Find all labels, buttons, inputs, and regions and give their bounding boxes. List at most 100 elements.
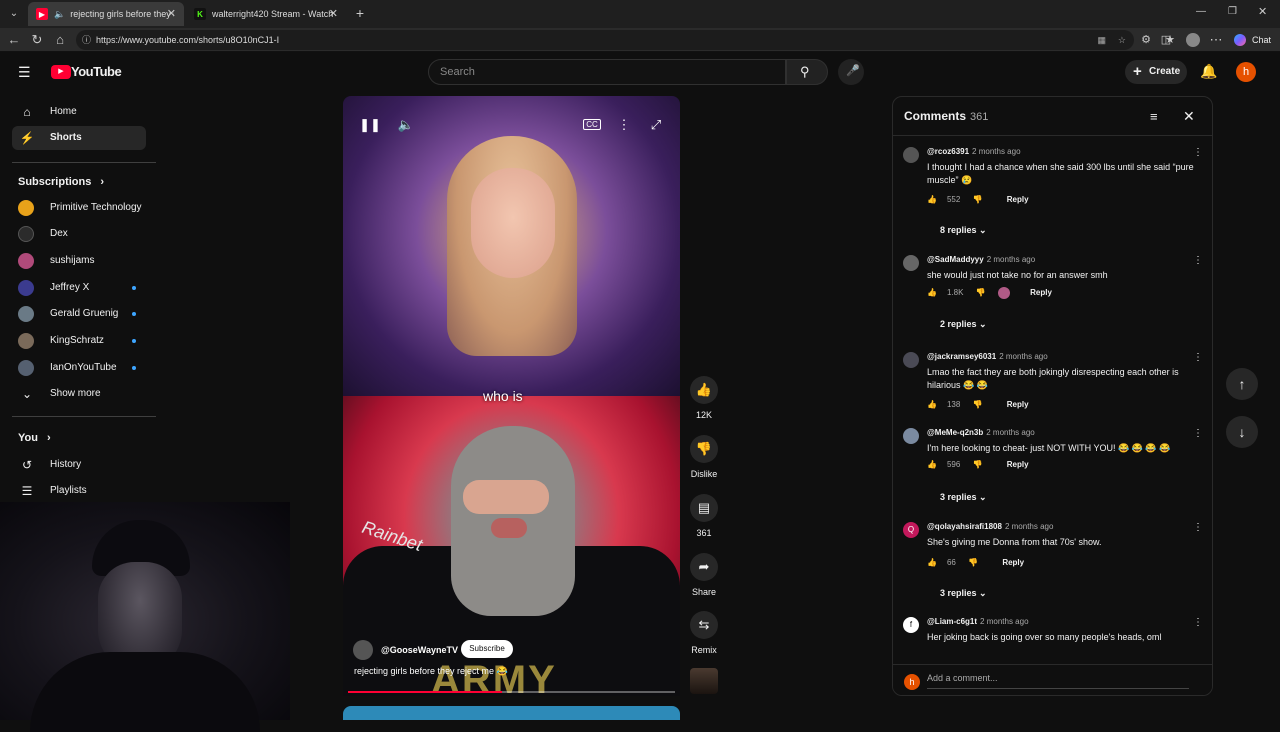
sidebar-item-shorts[interactable]: ⚡ Shorts	[12, 126, 146, 150]
more-menu-icon[interactable]: ⋯	[1208, 32, 1224, 48]
sidebar-item-home[interactable]: ⌂ Home	[12, 100, 146, 124]
you-heading[interactable]: You ›	[18, 432, 51, 444]
closed-captions-icon[interactable]: CC	[581, 114, 603, 136]
voice-search-button[interactable]: 🎤	[838, 59, 864, 85]
like-icon[interactable]: 👍	[927, 288, 937, 297]
dislike-icon[interactable]: 👎	[973, 400, 983, 409]
fullscreen-icon[interactable]: ⤢	[645, 114, 667, 136]
copilot-chat-button[interactable]: Chat	[1232, 31, 1276, 49]
new-tab-icon[interactable]: +	[352, 5, 368, 21]
tab-inactive[interactable]: K walterright420 Stream - Watch Liv ✕	[186, 2, 346, 26]
subscriptions-heading[interactable]: Subscriptions ›	[18, 176, 104, 188]
dislike-icon[interactable]: 👎	[968, 558, 978, 567]
commenter-avatar[interactable]	[903, 147, 919, 163]
sidebar-item-channel[interactable]: KingSchratz	[12, 329, 146, 353]
sidebar-item-channel[interactable]: Jeffrey X	[12, 276, 146, 300]
site-info-icon[interactable]: ⓘ	[82, 30, 91, 50]
comment-more-icon[interactable]: ⋮	[1193, 522, 1203, 533]
speaker-icon[interactable]: 🔈	[54, 9, 65, 20]
shorts-video-player[interactable]: Rainbet ARMY ❚❚ 🔈 CC ⋮ ⤢ who is @GooseWa…	[343, 96, 680, 696]
back-icon[interactable]: ←	[6, 32, 22, 48]
profile-avatar[interactable]	[1186, 33, 1200, 47]
sidebar-item-channel[interactable]: sushijams	[12, 249, 146, 273]
replies-toggle[interactable]: 8 replies ⌄	[940, 225, 987, 236]
restore-icon[interactable]: ❐	[1228, 6, 1237, 17]
reply-button[interactable]: Reply	[1007, 460, 1029, 469]
app-available-icon[interactable]: ▦	[1097, 30, 1106, 50]
home-icon[interactable]: ⌂	[52, 32, 68, 48]
dislike-icon[interactable]: 👎	[973, 460, 983, 469]
menu-icon[interactable]: ☰	[18, 64, 34, 80]
commenter-avatar[interactable]	[903, 352, 919, 368]
like-icon[interactable]: 👍	[927, 460, 937, 469]
reply-button[interactable]: Reply	[1007, 195, 1029, 204]
like-icon[interactable]: 👍	[927, 400, 937, 409]
close-tab-icon[interactable]: ✕	[329, 7, 338, 20]
favorites-icon[interactable]: ★	[1162, 32, 1178, 48]
channel-link[interactable]: @GooseWayneTV	[353, 640, 458, 660]
comment-more-icon[interactable]: ⋮	[1193, 255, 1203, 266]
refresh-icon[interactable]: ↻	[29, 32, 45, 48]
sidebar-item-history[interactable]: ↺ History	[12, 453, 146, 477]
previous-short-button[interactable]: ↑	[1226, 368, 1258, 400]
close-tab-icon[interactable]: ✕	[167, 7, 176, 20]
next-short-button[interactable]: ↓	[1226, 416, 1258, 448]
dislike-icon[interactable]: 👎	[973, 195, 983, 204]
video-progress-bar[interactable]	[348, 691, 675, 693]
dislike-icon[interactable]: 👎	[976, 288, 986, 297]
dislike-button[interactable]: 👎 Dislike	[690, 435, 718, 479]
comment-more-icon[interactable]: ⋮	[1193, 617, 1203, 628]
commenter-handle[interactable]: @Liam-c6g1t 2 months ago	[927, 617, 1029, 626]
sidebar-item-playlists[interactable]: ☰ Playlists	[12, 479, 146, 503]
sidebar-show-more[interactable]: ⌄ Show more	[12, 382, 146, 406]
pause-icon[interactable]: ❚❚	[359, 114, 381, 136]
replies-toggle[interactable]: 3 replies ⌄	[940, 588, 987, 599]
comment-more-icon[interactable]: ⋮	[1193, 147, 1203, 158]
create-button[interactable]: + Create	[1125, 60, 1187, 84]
comments-button[interactable]: ▤ 361	[690, 494, 718, 538]
tab-menu-icon[interactable]: ⌄	[6, 6, 22, 22]
commenter-avatar[interactable]: Q	[903, 522, 919, 538]
commenter-handle[interactable]: @MeMe-q2n3b 2 months ago	[927, 428, 1035, 437]
subscribe-button[interactable]: Subscribe	[461, 640, 513, 658]
replies-toggle[interactable]: 2 replies ⌄	[940, 319, 987, 330]
next-video-preview[interactable]	[343, 706, 680, 720]
comment-more-icon[interactable]: ⋮	[1193, 428, 1203, 439]
commenter-handle[interactable]: @jackramsey6031 2 months ago	[927, 352, 1048, 361]
sidebar-item-channel[interactable]: Dex	[12, 222, 146, 246]
search-input[interactable]: Search	[428, 59, 786, 85]
commenter-handle[interactable]: @qolayahsirafi1808 2 months ago	[927, 522, 1053, 531]
sound-thumbnail[interactable]	[690, 668, 718, 694]
video-title[interactable]: rejecting girls before they reject me 😂	[354, 666, 508, 677]
close-icon[interactable]: ✕	[1183, 108, 1195, 125]
comment-more-icon[interactable]: ⋮	[1193, 352, 1203, 363]
extensions-icon[interactable]: ⚙	[1138, 32, 1154, 48]
tab-active[interactable]: ▶ 🔈 rejecting girls before they rej ✕	[28, 2, 184, 26]
commenter-handle[interactable]: @SadMaddyyy 2 months ago	[927, 255, 1035, 264]
close-window-icon[interactable]: ✕	[1258, 5, 1267, 18]
commenter-avatar[interactable]	[903, 255, 919, 271]
like-icon[interactable]: 👍	[927, 558, 937, 567]
commenter-avatar[interactable]: f	[903, 617, 919, 633]
volume-icon[interactable]: 🔈	[395, 114, 417, 136]
commenter-avatar[interactable]	[903, 428, 919, 444]
account-avatar[interactable]: h	[1236, 62, 1256, 82]
commenter-handle[interactable]: @rcoz6391 2 months ago	[927, 147, 1021, 156]
sidebar-item-channel[interactable]: Primitive Technology	[12, 196, 146, 220]
reply-button[interactable]: Reply	[1030, 288, 1052, 297]
remix-button[interactable]: ⇆ Remix	[690, 611, 718, 655]
notifications-bell-icon[interactable]: 🔔	[1200, 63, 1217, 80]
reply-button[interactable]: Reply	[1002, 558, 1024, 567]
sidebar-item-channel[interactable]: Gerald Gruenig	[12, 302, 146, 326]
sort-icon[interactable]: ≡	[1150, 109, 1158, 124]
replies-toggle[interactable]: 3 replies ⌄	[940, 492, 987, 503]
add-comment-input[interactable]: Add a comment...	[927, 673, 1189, 689]
like-icon[interactable]: 👍	[927, 195, 937, 204]
more-options-icon[interactable]: ⋮	[613, 114, 635, 136]
minimize-icon[interactable]: —	[1196, 6, 1206, 17]
search-button[interactable]: ⚲	[786, 59, 828, 85]
reply-button[interactable]: Reply	[1007, 400, 1029, 409]
url-input[interactable]: ⓘ https://www.youtube.com/shorts/u8O10nC…	[76, 30, 1134, 50]
sidebar-item-channel[interactable]: IanOnYouTube	[12, 356, 146, 380]
share-button[interactable]: ➦ Share	[690, 553, 718, 597]
